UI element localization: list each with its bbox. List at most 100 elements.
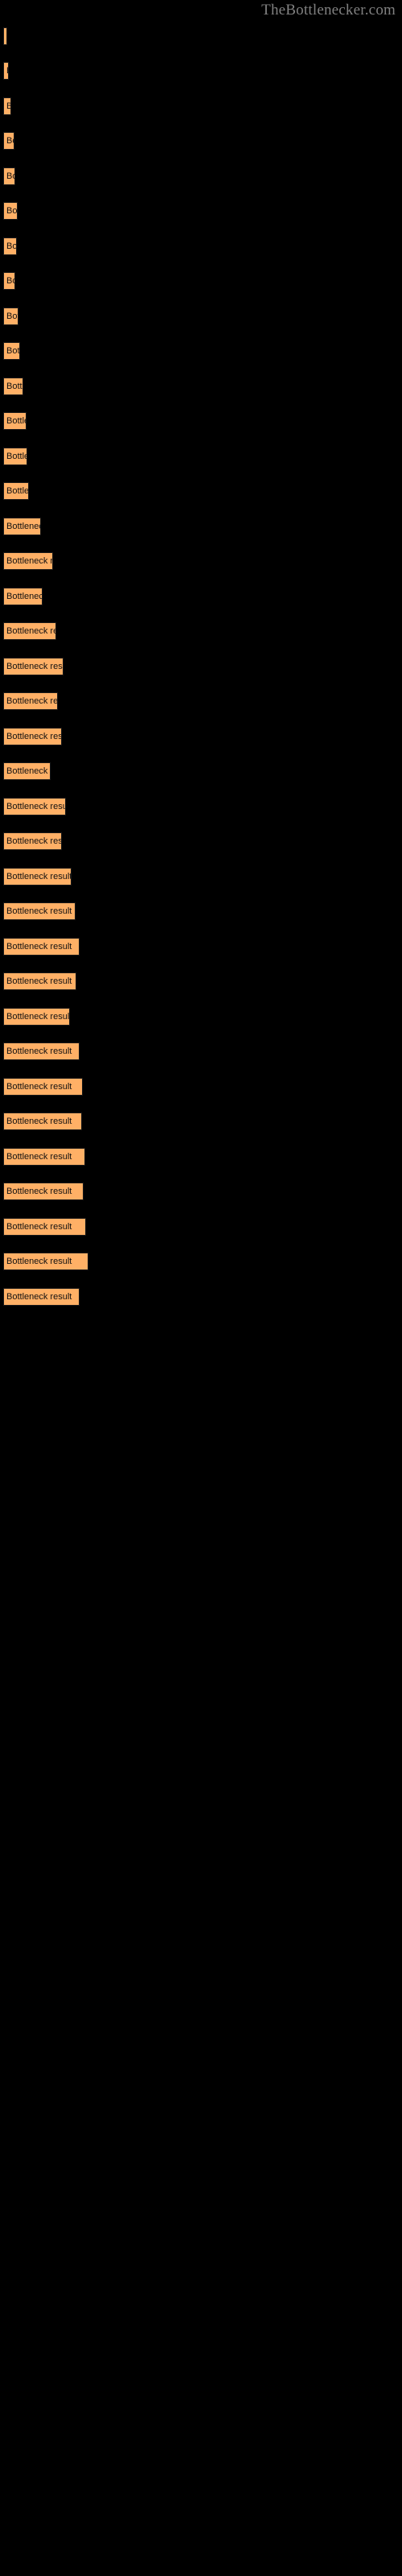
- bar[interactable]: Bottleneck result: [3, 1288, 80, 1306]
- bar[interactable]: Bottleneck result: [3, 132, 14, 150]
- bar-row: Bottleneck result: [0, 339, 402, 363]
- bar-label: Bottleneck result: [6, 1082, 72, 1092]
- bar-label: Bottleneck result: [6, 276, 14, 286]
- bar-label: Bottleneck result: [6, 696, 58, 706]
- bar[interactable]: Bottleneck result: [3, 482, 29, 500]
- bar-label: Bottleneck result: [6, 732, 62, 741]
- bar-row: Bottleneck result: [0, 829, 402, 853]
- bar[interactable]: Bottleneck result: [3, 762, 51, 780]
- bar-row: Bottleneck result: [0, 1249, 402, 1274]
- bar-label: Bottleneck result: [6, 592, 42, 601]
- bar-row: Bottleneck result: [0, 444, 402, 469]
- bar-row: Bottleneck result: [0, 374, 402, 398]
- bar[interactable]: Bottleneck result: [3, 237, 17, 255]
- bar-row: Bottleneck result: [0, 1109, 402, 1133]
- bar-label: Bottleneck result: [6, 942, 72, 952]
- bar[interactable]: Bottleneck result: [3, 938, 80, 956]
- bar[interactable]: Bottleneck result: [3, 1218, 86, 1236]
- bar-row: Bottleneck result: [0, 1179, 402, 1203]
- bar[interactable]: Bottleneck result: [3, 1148, 85, 1166]
- bar[interactable]: Bottleneck result: [3, 342, 20, 360]
- bar-row: Bottleneck result: [0, 234, 402, 258]
- bar[interactable]: Bottleneck result: [3, 308, 18, 325]
- bar-label: Bottleneck result: [6, 242, 17, 251]
- bar[interactable]: Bottleneck result: [3, 588, 43, 605]
- bar[interactable]: Bottleneck result: [3, 1042, 80, 1060]
- bar-label: Bottleneck result: [6, 416, 26, 426]
- bar[interactable]: Bottleneck result: [3, 552, 53, 570]
- bar-row: Bottleneck result: [0, 795, 402, 819]
- bar[interactable]: Bottleneck result: [3, 832, 62, 850]
- bar-label: Bottleneck result: [6, 1292, 72, 1302]
- bar-label: Bottleneck result: [6, 766, 50, 776]
- bar-row: Bottleneck result: [0, 199, 402, 223]
- bar-label: Bottleneck result: [6, 802, 66, 811]
- bar-row: Bottleneck result: [0, 129, 402, 153]
- bar[interactable]: Bottleneck result: [3, 167, 15, 185]
- bar-label: Bottleneck result: [6, 171, 14, 181]
- bar[interactable]: Bottleneck result: [3, 1253, 88, 1270]
- bar-row: Bottleneck result: [0, 1039, 402, 1063]
- bar[interactable]: Bottleneck result: [3, 518, 41, 535]
- bar-label: Bottleneck result: [6, 976, 72, 986]
- bar[interactable]: Bottleneck result: [3, 728, 62, 745]
- bar-label: Bottleneck result: [6, 1187, 72, 1196]
- bar-row: Bottleneck result: [0, 584, 402, 609]
- bar-row: Bottleneck result: [0, 514, 402, 539]
- bar-label: Bottleneck result: [6, 1222, 72, 1232]
- bar-row: Bottleneck result: [0, 164, 402, 188]
- bar-row: Bottleneck result: [0, 1075, 402, 1099]
- bar-label: Bottleneck result: [6, 1152, 72, 1162]
- bar-row: Bottleneck result: [0, 759, 402, 783]
- bar[interactable]: Bottleneck result: [3, 798, 66, 815]
- bar-label: Bottleneck result: [6, 662, 63, 671]
- bar-row: Bottleneck result: [0, 969, 402, 993]
- bar[interactable]: Bottleneck result: [3, 448, 27, 465]
- bar-row: Bottleneck result: [0, 899, 402, 923]
- bar-label: Bottleneck result: [6, 1117, 72, 1126]
- bar-label: Bottleneck result: [6, 556, 53, 566]
- bar[interactable]: Bottleneck result: [3, 1113, 82, 1130]
- bar-label: Bottleneck result: [6, 136, 14, 146]
- bar-row: Bottleneck result: [0, 1215, 402, 1239]
- bar[interactable]: Bottleneck result: [3, 902, 76, 920]
- bar-label: Bottleneck result: [6, 382, 23, 391]
- bar[interactable]: Bottleneck result: [3, 1008, 70, 1026]
- bar-row: Bottleneck result: [0, 479, 402, 503]
- bar-label: Bottleneck result: [4, 31, 6, 41]
- bar-label: Bottleneck result: [6, 486, 29, 496]
- bar-row: Bottleneck result: [0, 689, 402, 713]
- bar[interactable]: Bottleneck result: [3, 202, 18, 220]
- bar[interactable]: Bottleneck result: [3, 868, 72, 886]
- bar[interactable]: Bottleneck result: [3, 27, 7, 45]
- bar[interactable]: Bottleneck result: [3, 1078, 83, 1096]
- bar-label: Bottleneck result: [6, 626, 55, 636]
- bar-row: Bottleneck result: [0, 549, 402, 573]
- bar-row: Bottleneck result: [0, 409, 402, 433]
- bar-row: Bottleneck result: [0, 59, 402, 83]
- bar-row: Bottleneck result: [0, 1285, 402, 1309]
- bar[interactable]: Bottleneck result: [3, 622, 56, 640]
- bar-row: Bottleneck result: [0, 654, 402, 679]
- bar-label: Bottleneck result: [6, 1012, 70, 1022]
- bar[interactable]: Bottleneck result: [3, 62, 9, 80]
- bar-label: Bottleneck result: [6, 346, 20, 356]
- bar-row: Bottleneck result: [0, 1145, 402, 1169]
- bar[interactable]: Bottleneck result: [3, 378, 23, 395]
- bar[interactable]: Bottleneck result: [3, 97, 11, 115]
- bar-label: Bottleneck result: [6, 906, 72, 916]
- bar-label: Bottleneck result: [6, 1257, 72, 1266]
- bar[interactable]: Bottleneck result: [3, 658, 64, 675]
- bar[interactable]: Bottleneck result: [3, 412, 27, 430]
- bar-label: Bottleneck result: [6, 522, 40, 531]
- bar-label: Bottleneck result: [6, 1046, 72, 1056]
- bar-row: Bottleneck result: [0, 724, 402, 749]
- bar[interactable]: Bottleneck result: [3, 692, 58, 710]
- bar[interactable]: Bottleneck result: [3, 1183, 84, 1200]
- bar-row: Bottleneck result: [0, 935, 402, 959]
- bar-label: Bottleneck result: [4, 101, 10, 111]
- bar-row: Bottleneck result: [0, 1005, 402, 1029]
- bar[interactable]: Bottleneck result: [3, 972, 76, 990]
- bar-label: Bottleneck result: [6, 872, 72, 881]
- bar[interactable]: Bottleneck result: [3, 272, 15, 290]
